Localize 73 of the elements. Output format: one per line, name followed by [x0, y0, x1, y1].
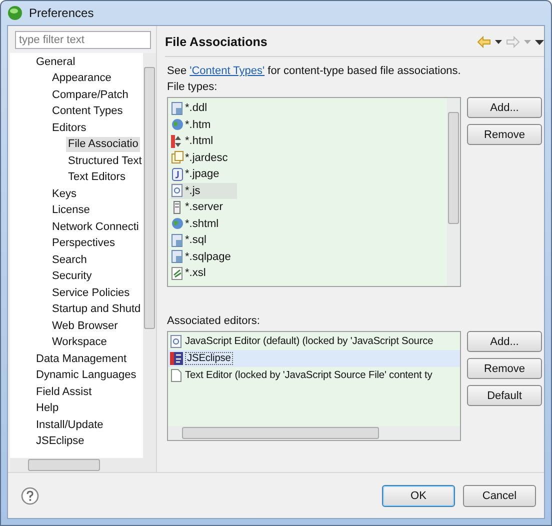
- xsl-file-icon: [171, 266, 184, 280]
- file-type-item[interactable]: *.server: [171, 199, 227, 216]
- tree-item[interactable]: Startup and Shutd: [50, 302, 143, 318]
- tree-item[interactable]: Perspectives: [50, 236, 117, 252]
- tree-item[interactable]: Install/Update: [34, 418, 106, 433]
- tree-item[interactable]: Compare/Patch: [50, 88, 130, 103]
- tree-item[interactable]: Workspace: [50, 335, 109, 350]
- vertical-scrollbar[interactable]: [143, 53, 156, 458]
- tree-item[interactable]: Keys: [50, 186, 78, 202]
- tree-item[interactable]: Data Management: [34, 352, 128, 367]
- tree-item[interactable]: Search: [50, 252, 89, 268]
- tree-item[interactable]: Network Connecti: [50, 220, 141, 235]
- associated-editors-label: Associated editors:: [167, 315, 261, 327]
- file-type-item[interactable]: *.html: [171, 133, 218, 150]
- dropdown-icon[interactable]: [495, 40, 502, 44]
- js-file-icon: [171, 184, 184, 198]
- page-file-icon: [171, 250, 184, 264]
- tree-item[interactable]: Dynamic Languages: [34, 368, 138, 384]
- globe-file-icon: [171, 217, 184, 230]
- tree-item[interactable]: Web Browser: [50, 318, 120, 334]
- tree-item[interactable]: File Associatio: [66, 137, 140, 152]
- tree-item[interactable]: Text Editors: [66, 170, 128, 186]
- content-types-link[interactable]: 'Content Types': [190, 65, 265, 77]
- text-file-icon: [170, 369, 183, 382]
- page-title: File Associations: [165, 35, 268, 49]
- tree-item[interactable]: General: [34, 54, 78, 70]
- tree-item[interactable]: Field Assist: [34, 384, 94, 400]
- file-type-item[interactable]: *.htm: [171, 116, 215, 133]
- editor-item[interactable]: Text Editor (locked by 'JavaScript Source File' content ty: [168, 367, 460, 384]
- file-type-item[interactable]: *.shtml: [171, 216, 223, 232]
- ok-button[interactable]: OK: [382, 484, 455, 506]
- cancel-button[interactable]: Cancel: [463, 484, 536, 506]
- window-title: Preferences: [29, 6, 94, 20]
- add-button[interactable]: Add...: [467, 97, 542, 118]
- file-type-item[interactable]: *.js: [171, 182, 237, 199]
- file-type-item[interactable]: *.sqlpage: [171, 248, 235, 265]
- tree-item[interactable]: Service Policies: [50, 286, 132, 301]
- remove-button[interactable]: Remove: [467, 358, 542, 379]
- tree-item[interactable]: Content Types: [50, 104, 125, 120]
- vertical-scrollbar[interactable]: [447, 98, 460, 286]
- js-file-icon: [170, 335, 183, 348]
- help-icon[interactable]: [21, 486, 39, 504]
- menu-icon[interactable]: [535, 40, 544, 44]
- file-type-item[interactable]: *.sql: [171, 232, 210, 248]
- editor-item[interactable]: JSEclipse: [168, 350, 460, 367]
- j-file-icon: [171, 168, 184, 181]
- page-file-icon: [171, 234, 184, 247]
- tree-item[interactable]: Help: [34, 401, 61, 416]
- tree-item[interactable]: Security: [50, 269, 94, 284]
- remove-button[interactable]: Remove: [467, 124, 542, 145]
- add-button[interactable]: Add...: [467, 331, 542, 352]
- tree-item[interactable]: Editors: [50, 120, 88, 136]
- jar-file-icon: [171, 151, 184, 164]
- tree-item[interactable]: JSEclipse: [34, 434, 86, 450]
- file-type-item[interactable]: *.jpage: [171, 166, 224, 182]
- file-type-item[interactable]: *.ddl: [171, 100, 212, 116]
- horizontal-scrollbar[interactable]: [168, 426, 460, 440]
- page-file-icon: [171, 102, 184, 115]
- app-icon: [7, 5, 23, 21]
- file-type-item[interactable]: *.xsl: [171, 265, 210, 282]
- tree-item[interactable]: Appearance: [50, 71, 114, 86]
- file-type-item[interactable]: *.jardesc: [171, 150, 232, 166]
- default-button[interactable]: Default: [467, 385, 542, 406]
- file-types-label: File types:: [167, 81, 218, 93]
- description-text: See 'Content Types' for content-type based file associations.: [167, 65, 461, 77]
- editor-item[interactable]: JavaScript Editor (default) (locked by 'JavaScript Source: [168, 333, 460, 350]
- html-file-icon: [171, 134, 184, 148]
- globe-file-icon: [171, 118, 184, 132]
- filter-field[interactable]: type filter text: [15, 31, 151, 49]
- tree-item[interactable]: Structured Text: [66, 154, 143, 169]
- tree-item[interactable]: License: [50, 203, 92, 218]
- jseclipse-icon: [170, 352, 183, 365]
- horizontal-scrollbar[interactable]: [10, 458, 156, 472]
